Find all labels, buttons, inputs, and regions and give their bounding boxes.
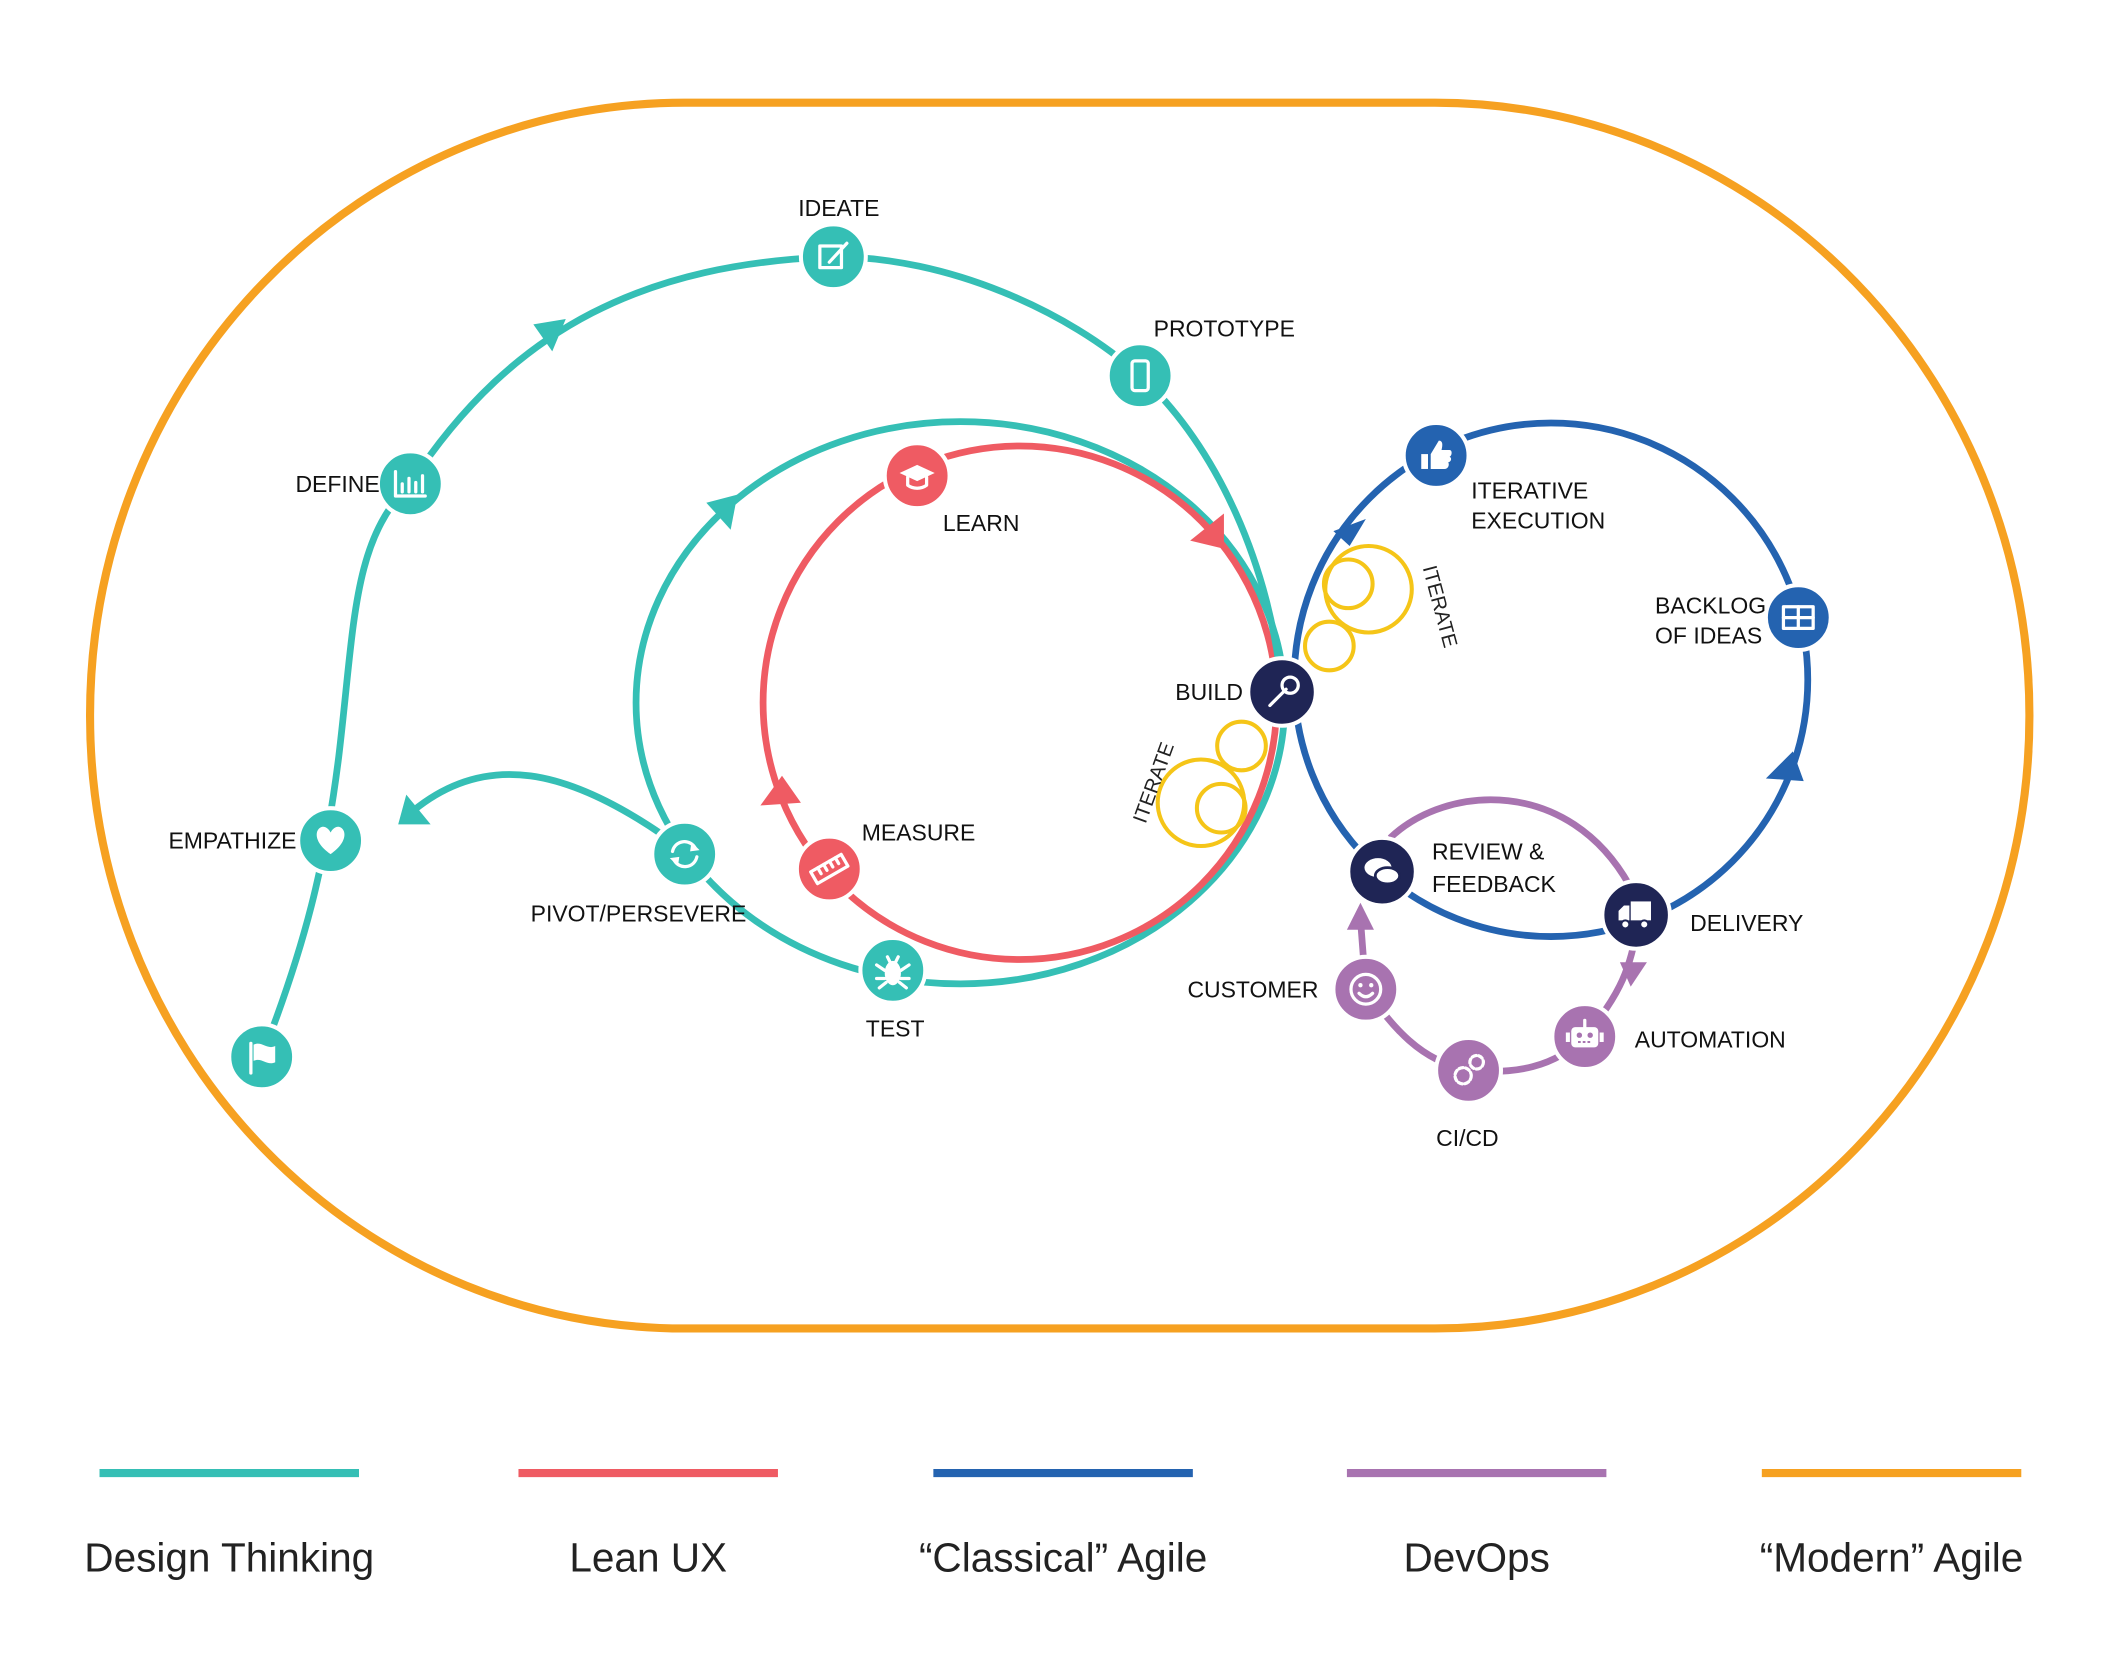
node-automation[interactable] (1550, 1002, 1620, 1072)
node-delivery[interactable] (1600, 879, 1672, 951)
label-learn: LEARN (943, 510, 1020, 536)
node-review-feedback[interactable] (1346, 835, 1418, 908)
node-empathize[interactable] (296, 806, 366, 876)
label-prototype: PROTOTYPE (1154, 316, 1295, 342)
node-iterative-execution[interactable] (1401, 420, 1471, 490)
node-learn[interactable] (882, 441, 952, 511)
node-prototype[interactable] (1105, 341, 1175, 411)
node-pivot-persevere[interactable] (650, 819, 720, 889)
legend-label-modern-agile: “Modern” Agile (1760, 1535, 2024, 1581)
label-ideate: IDEATE (798, 195, 879, 221)
node-backlog[interactable] (1763, 583, 1833, 653)
iterate-label-right: ITERATE (1418, 563, 1461, 650)
label-customer: CUSTOMER (1187, 976, 1318, 1002)
pivot-arrow-path (410, 771, 665, 838)
node-ci-cd[interactable] (1434, 1035, 1504, 1105)
label-build: BUILD (1175, 679, 1243, 705)
label-pivot-persevere: PIVOT/PERSEVERE (531, 901, 747, 927)
legend: Design Thinking Lean UX “Classical” Agil… (84, 1469, 2024, 1581)
label-measure: MEASURE (862, 820, 976, 846)
label-review-feedback: REVIEW & FEEDBACK (1432, 839, 1556, 897)
node-build[interactable] (1246, 656, 1318, 728)
node-customer[interactable] (1331, 954, 1401, 1024)
node-define[interactable] (375, 449, 445, 519)
label-ci-cd: CI/CD (1436, 1125, 1499, 1151)
label-define: DEFINE (295, 471, 379, 497)
label-empathize: EMPATHIZE (168, 828, 296, 854)
label-test: TEST (866, 1016, 925, 1042)
node-test[interactable] (858, 935, 928, 1005)
iterate-label-left: ITERATE (1130, 740, 1179, 827)
devops-arrowhead-up (1346, 902, 1374, 930)
label-delivery: DELIVERY (1690, 910, 1803, 936)
node-measure[interactable] (794, 834, 864, 904)
legend-label-classical-agile: “Classical” Agile (919, 1535, 1207, 1581)
legend-label-devops: DevOps (1403, 1535, 1549, 1581)
label-backlog: BACKLOG OF IDEAS (1655, 593, 1766, 649)
label-iterative-execution: ITERATIVE EXECUTION (1471, 478, 1605, 534)
agile-methods-diagram: ITERATE ITERATE IDEATE PROTOTYPE DEFINE … (84, 98, 2034, 1581)
lean-arrowhead-left (760, 775, 801, 806)
node-ideate[interactable] (798, 222, 868, 292)
label-automation: AUTOMATION (1635, 1026, 1786, 1052)
legend-label-design-thinking: Design Thinking (84, 1535, 374, 1581)
legend-label-lean-ux: Lean UX (569, 1535, 727, 1581)
modern-agile-loop (86, 98, 2034, 1333)
node-start-flag[interactable] (227, 1022, 297, 1092)
